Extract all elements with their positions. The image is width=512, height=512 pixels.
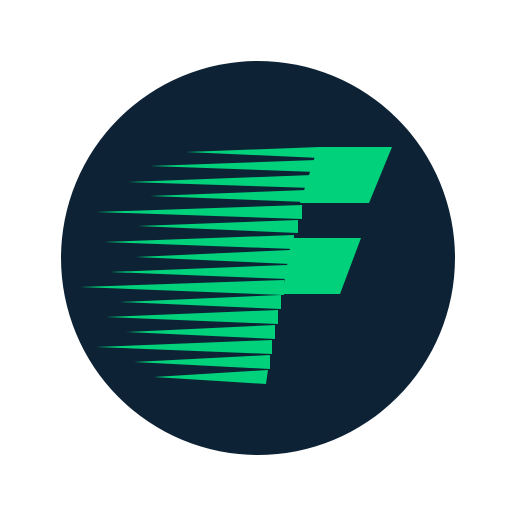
app-icon-canvas: [0, 0, 512, 512]
speed-f-logo-icon: [61, 61, 455, 455]
